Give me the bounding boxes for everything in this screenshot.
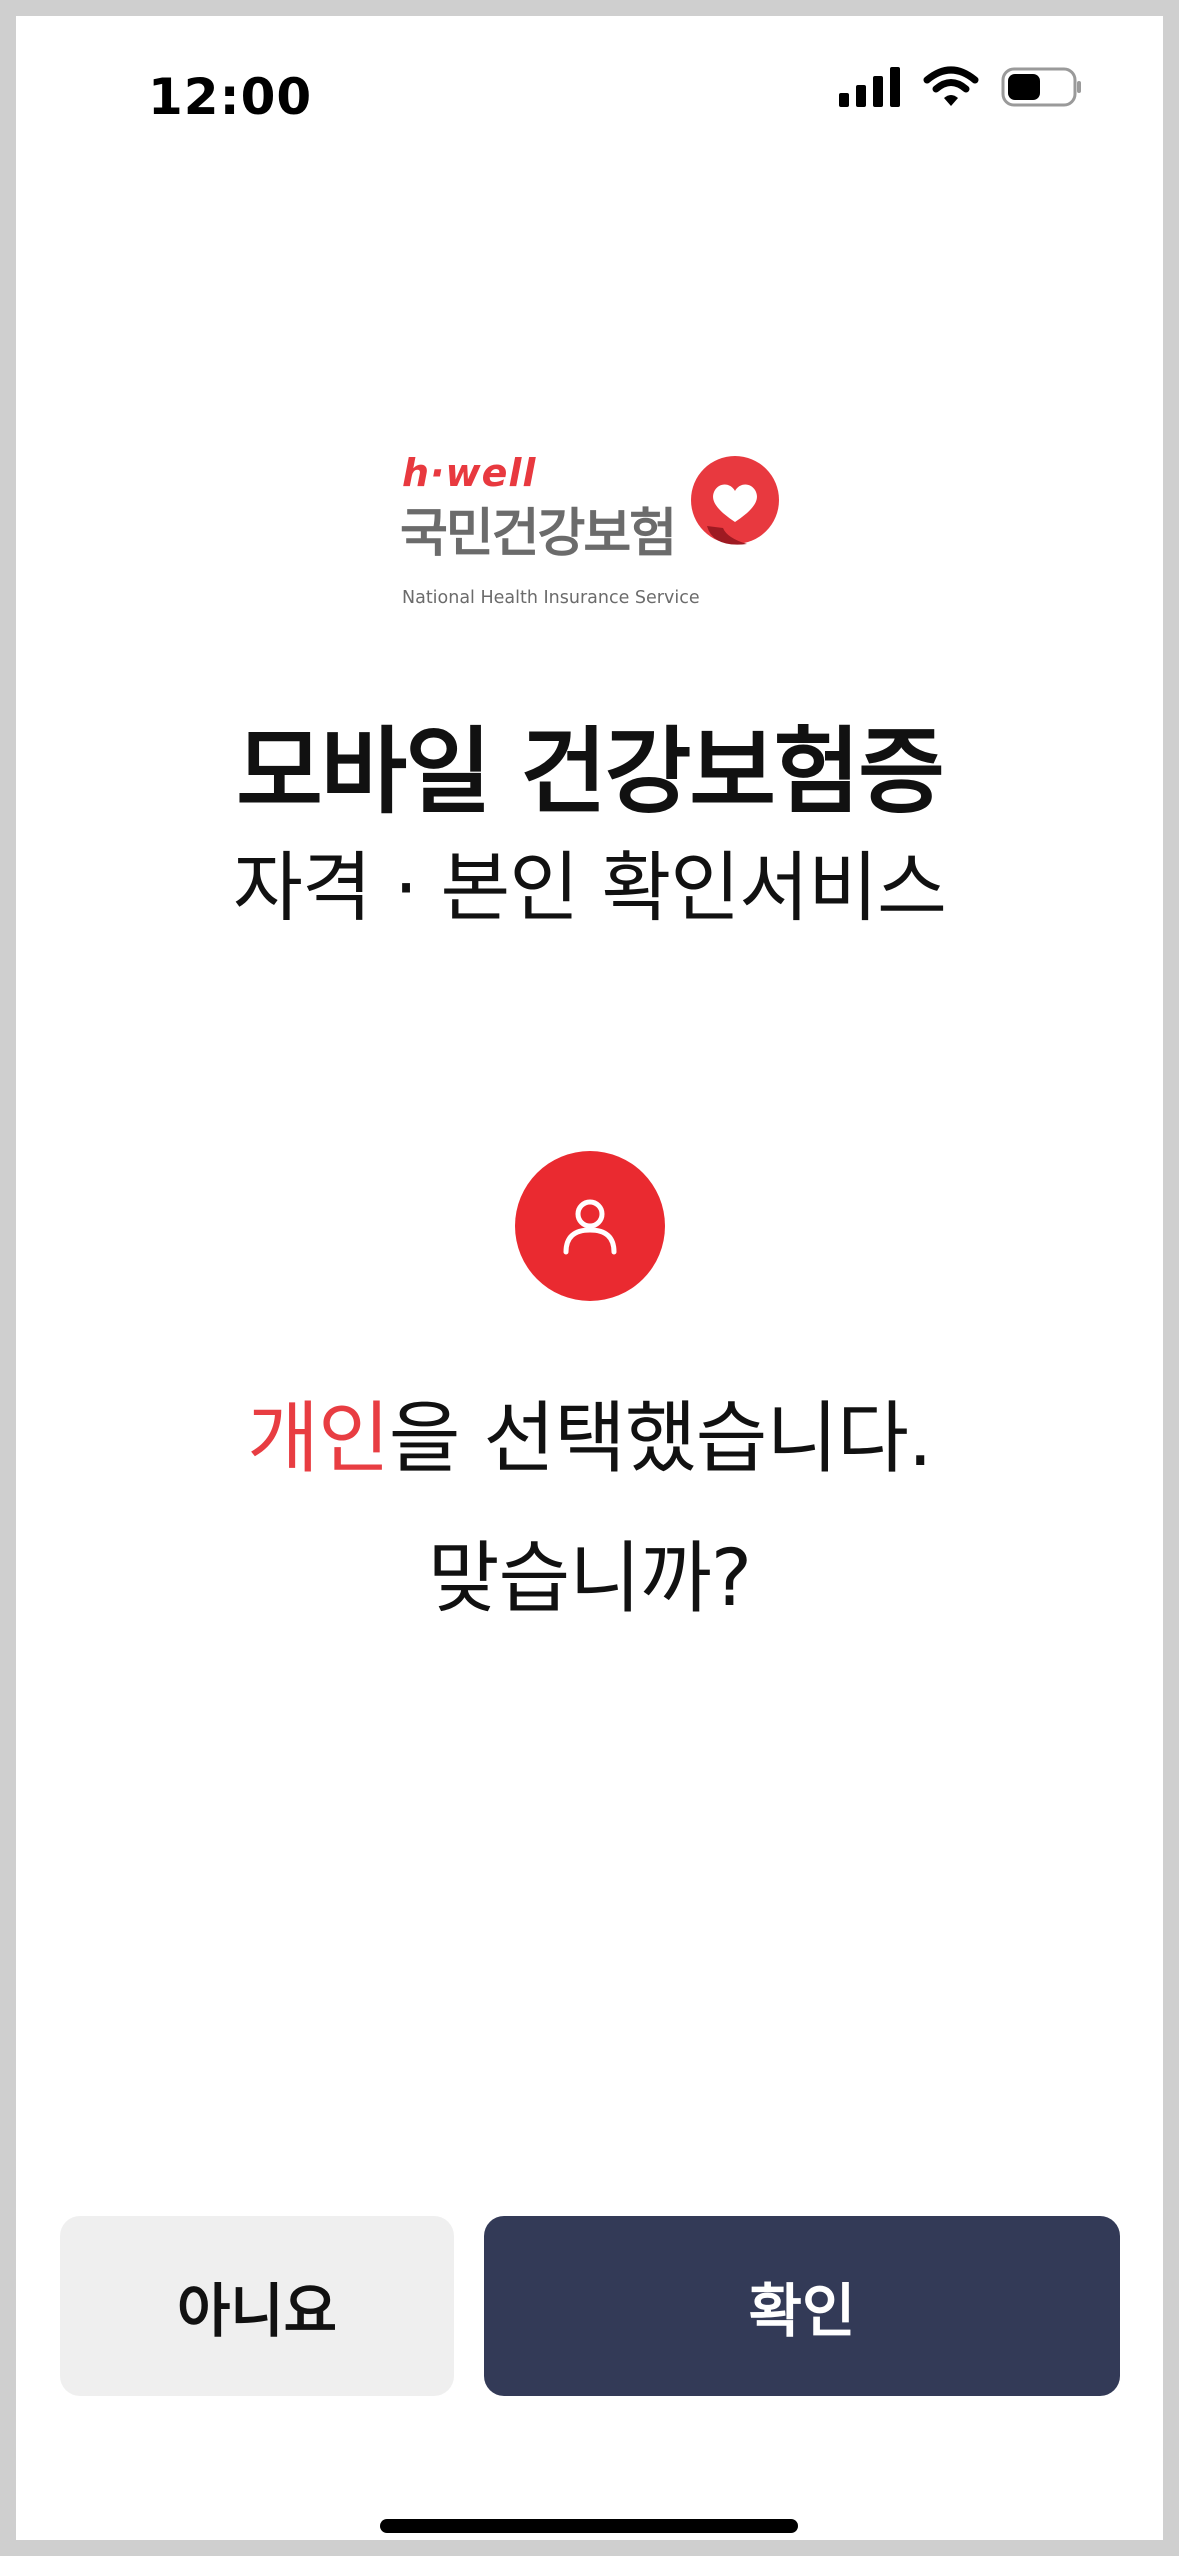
wifi-icon xyxy=(923,66,979,106)
status-icons xyxy=(839,66,1083,108)
nhis-logo: h·well 국민건강보험 National Health Insurance … xyxy=(400,441,802,621)
heart-speech-bubble-icon xyxy=(691,456,779,545)
person-icon xyxy=(563,1199,617,1255)
logo-english-name: National Health Insurance Service xyxy=(402,588,700,608)
screen: 12:00 h·well 국민건강보험 National Health Insu… xyxy=(16,16,1163,2540)
confirmation-question: 맞습니까? xyxy=(427,1534,752,1624)
page-title: 모바일 건강보험증 xyxy=(236,718,945,827)
person-badge xyxy=(515,1151,665,1301)
page-subtitle: 자격 · 본인 확인서비스 xyxy=(233,843,947,932)
confirmation-suffix: 을 선택했습니다. xyxy=(388,1394,933,1484)
confirmation-message: 개인을 선택했습니다. xyxy=(16,1376,1163,1488)
no-button[interactable]: 아니요 xyxy=(60,2216,454,2396)
logo-brand: h·well xyxy=(402,451,537,495)
battery-icon xyxy=(1001,67,1081,107)
confirm-button[interactable]: 확인 xyxy=(484,2216,1120,2396)
cellular-signal-icon xyxy=(839,67,900,107)
selected-type: 개인 xyxy=(247,1394,390,1484)
status-time: 12:00 xyxy=(148,68,313,126)
home-indicator[interactable] xyxy=(380,2519,798,2533)
logo-org-name: 국민건강보험 xyxy=(400,504,677,564)
